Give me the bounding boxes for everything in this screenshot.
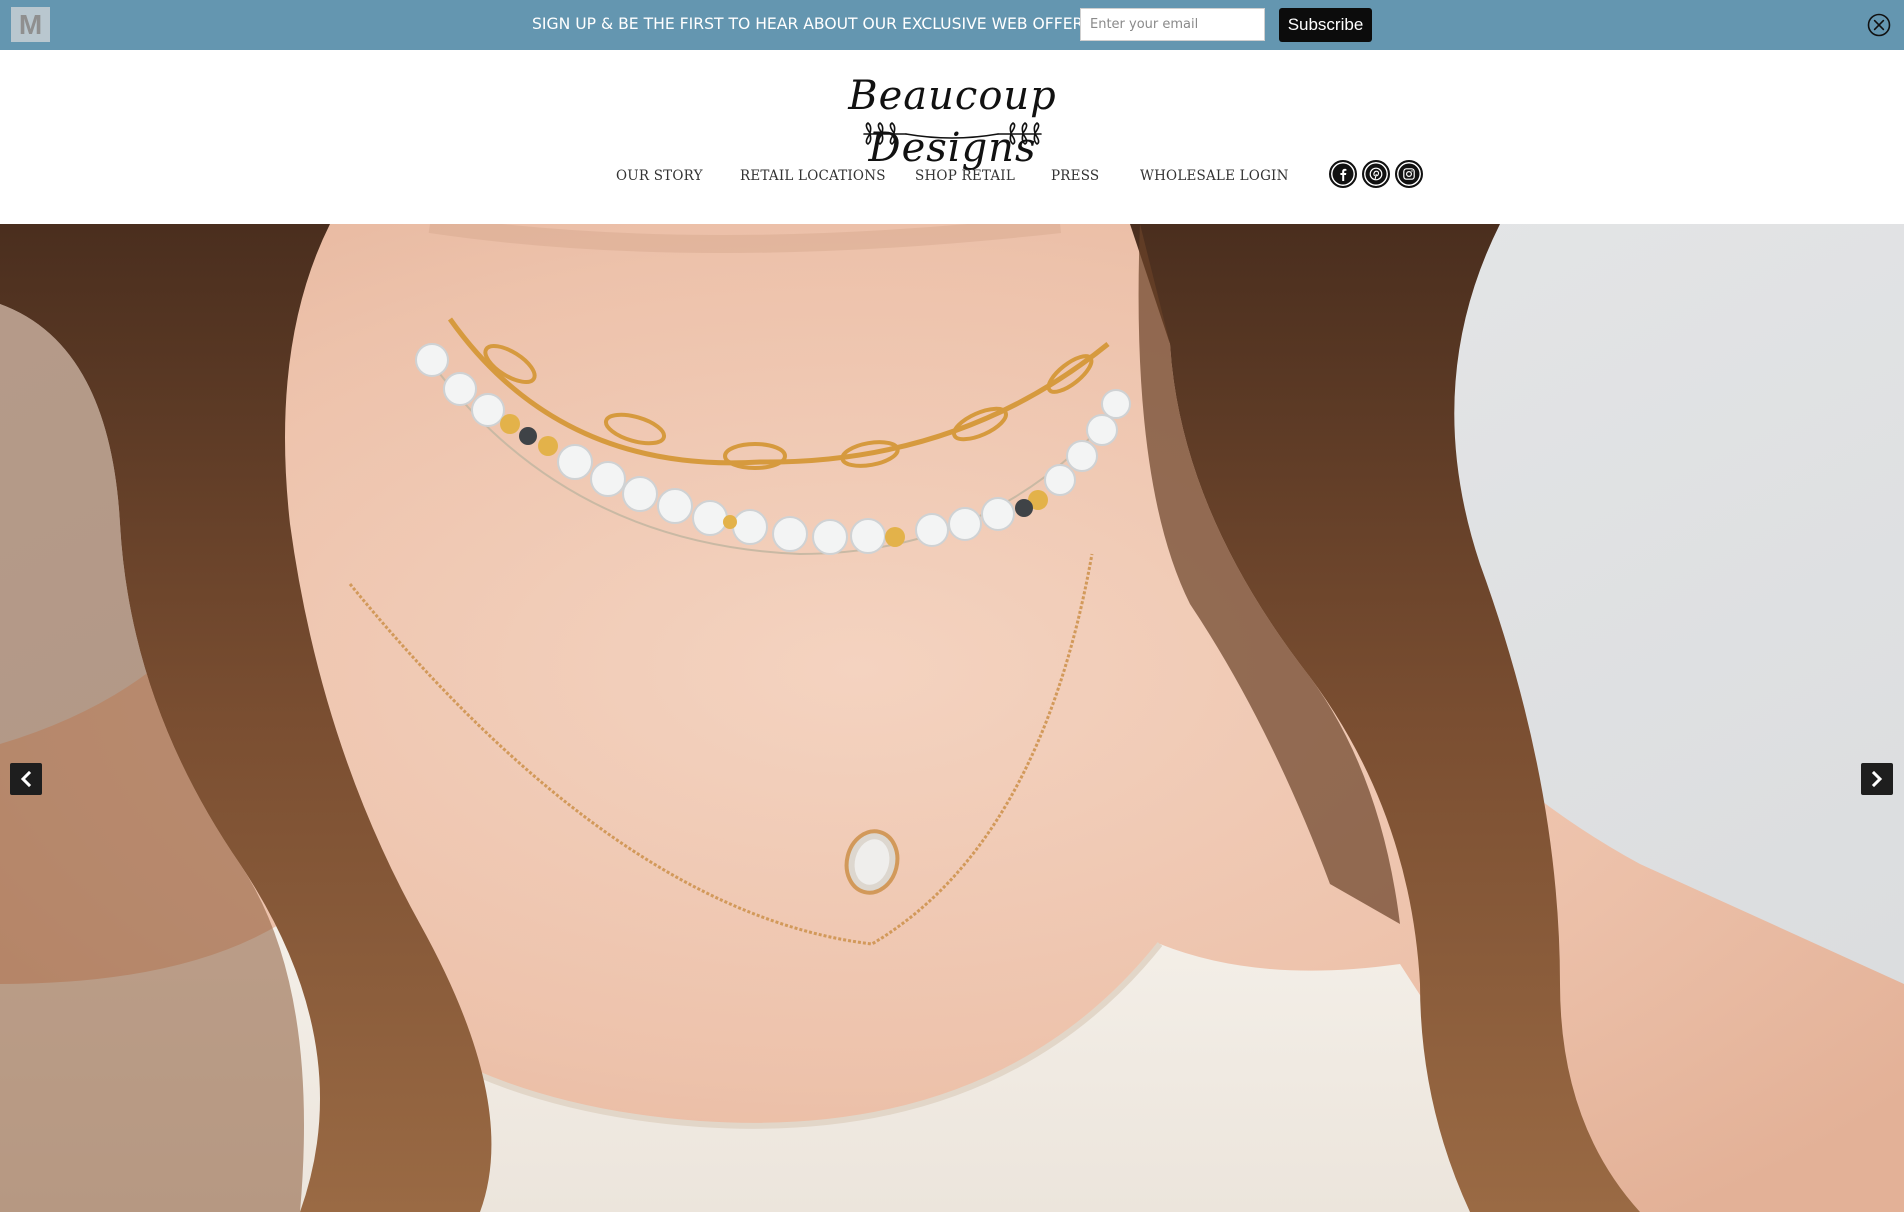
nav-shop-retail[interactable]: SHOP RETAIL (915, 168, 1015, 184)
close-icon[interactable] (1867, 13, 1891, 37)
chevron-right-icon (1871, 771, 1883, 787)
promo-logo: M (11, 7, 50, 42)
slider-prev-button[interactable] (10, 763, 42, 795)
site-header: Beaucoup Designs OUR STORY RETAIL LOCATI… (0, 50, 1904, 224)
brand-logo[interactable]: Beaucoup Designs (800, 70, 1105, 171)
email-input[interactable] (1080, 8, 1265, 41)
chevron-left-icon (20, 771, 32, 787)
subscribe-button[interactable]: Subscribe (1279, 8, 1372, 42)
flourish-icon (863, 122, 1042, 145)
promo-message: SIGN UP & BE THE FIRST TO HEAR ABOUT OUR… (532, 15, 1094, 33)
main-nav: OUR STORY RETAIL LOCATIONS SHOP RETAIL P… (0, 168, 1904, 192)
slider-next-button[interactable] (1861, 763, 1893, 795)
nav-press[interactable]: PRESS (1051, 168, 1099, 184)
nav-our-story[interactable]: OUR STORY (616, 168, 703, 184)
nav-wholesale-login[interactable]: WHOLESALE LOGIN (1140, 168, 1289, 184)
promo-bar: M SIGN UP & BE THE FIRST TO HEAR ABOUT O… (0, 0, 1904, 50)
nav-retail-locations[interactable]: RETAIL LOCATIONS (740, 168, 886, 184)
hero-image (0, 224, 1904, 1212)
hero-slider (0, 224, 1904, 1212)
